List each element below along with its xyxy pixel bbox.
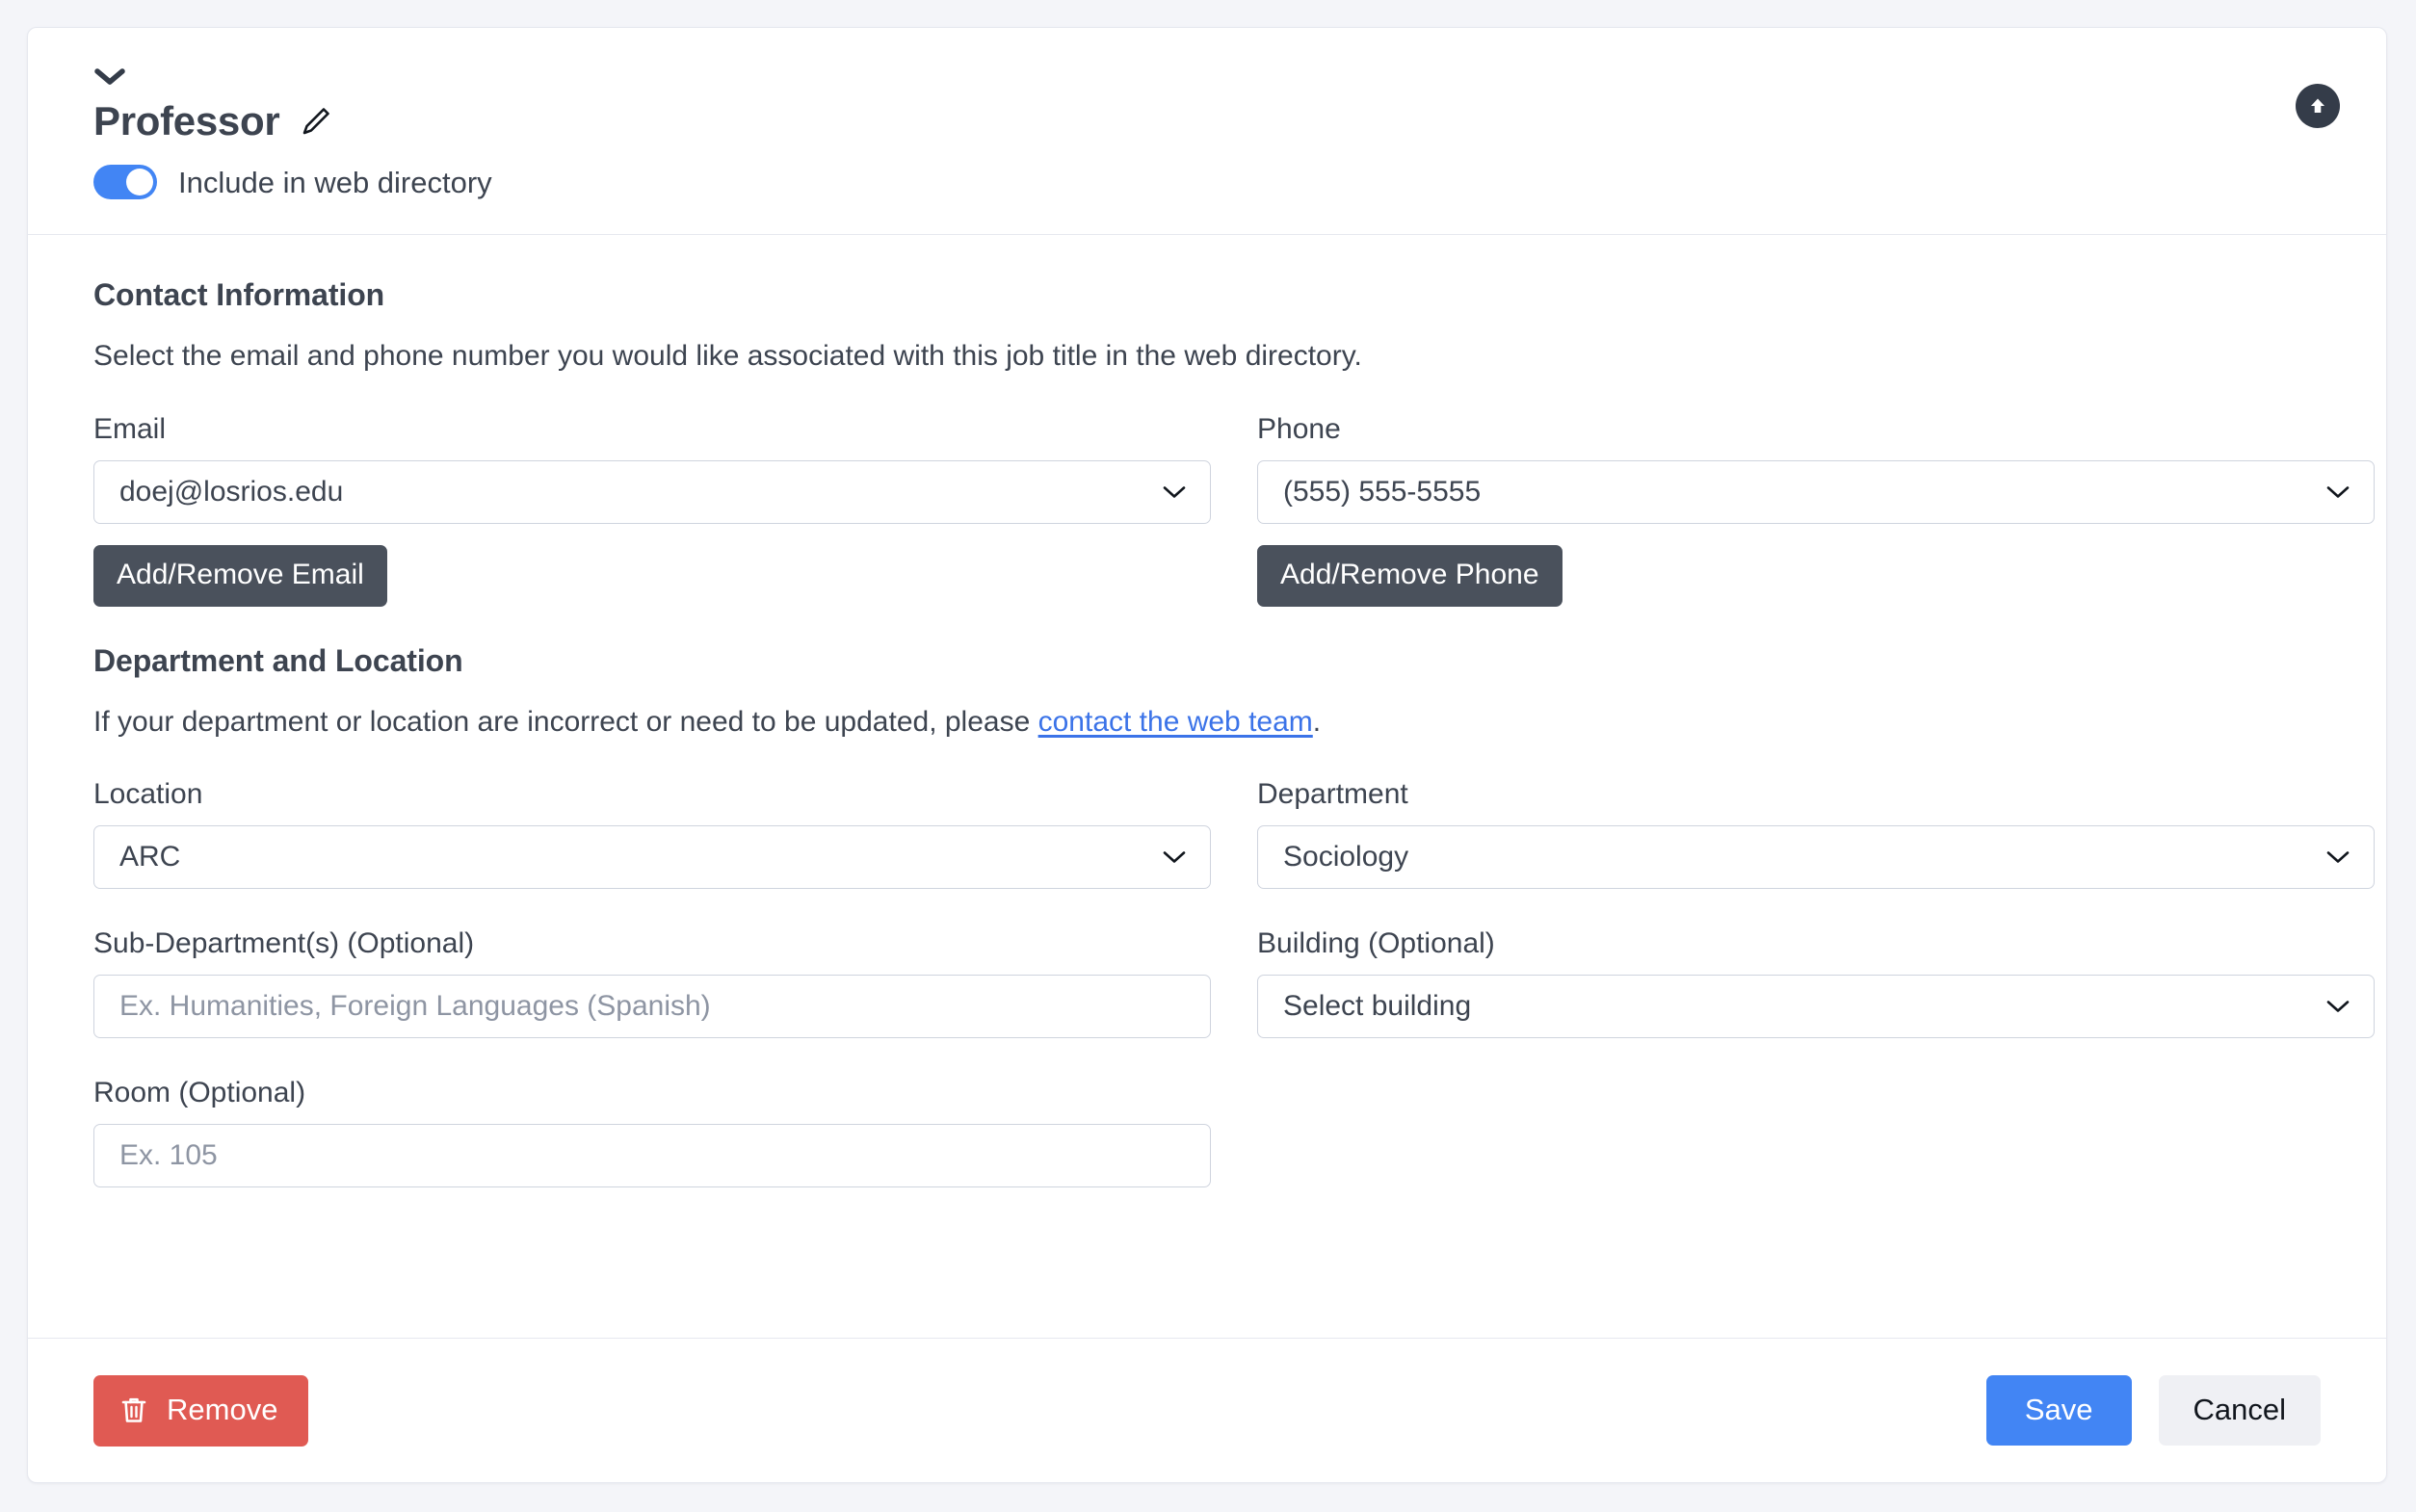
department-select[interactable]: Sociology — [1257, 825, 2375, 889]
directory-toggle-row: Include in web directory — [93, 165, 2386, 199]
location-field-group: Location ARC — [93, 778, 1211, 889]
subdepartment-placeholder: Ex. Humanities, Foreign Languages (Spani… — [119, 990, 711, 1022]
job-title-card: Professor Include in web directory Conta… — [27, 27, 2387, 1483]
title-row: Professor — [93, 101, 2386, 142]
room-input[interactable]: Ex. 105 — [93, 1124, 1211, 1187]
email-label: Email — [93, 412, 167, 445]
contact-web-team-link[interactable]: contact the web team — [1038, 706, 1313, 738]
chevron-down-icon — [2324, 843, 2352, 872]
include-in-directory-label: Include in web directory — [178, 165, 492, 199]
department-location-heading: Department and Location — [93, 642, 463, 678]
remove-button[interactable]: Remove — [93, 1374, 309, 1447]
subdept-building-grid: Sub-Department(s) (Optional) Ex. Humanit… — [93, 927, 2375, 1038]
description-text-after: . — [1312, 705, 1322, 738]
page-title: Professor — [93, 98, 280, 143]
building-field-group: Building (Optional) Select building — [1257, 927, 2375, 1038]
location-department-grid: Location ARC Department Sociology — [93, 778, 2375, 889]
chevron-down-icon — [1160, 843, 1189, 872]
contact-information-description: Select the email and phone number you wo… — [93, 340, 1362, 372]
subdepartment-input[interactable]: Ex. Humanities, Foreign Languages (Spani… — [93, 975, 1211, 1038]
contact-information-heading: Contact Information — [93, 277, 385, 312]
subdepartment-label: Sub-Department(s) (Optional) — [93, 927, 475, 959]
pencil-icon[interactable] — [297, 102, 335, 141]
card-body: Contact Information Select the email and… — [28, 235, 2386, 1226]
phone-field-group: Phone (555) 555-5555 Add/Remove Phone — [1257, 413, 2375, 607]
location-label: Location — [93, 778, 203, 810]
arrow-up-circle-icon[interactable] — [2296, 84, 2340, 128]
department-label: Department — [1257, 778, 1408, 810]
building-select-value: Select building — [1283, 990, 1472, 1022]
contact-fields-grid: Email doej@losrios.edu Add/Remove Email … — [93, 413, 2375, 607]
phone-label: Phone — [1257, 412, 1341, 445]
email-field-group: Email doej@losrios.edu Add/Remove Email — [93, 413, 1211, 607]
chevron-down-icon — [1160, 478, 1189, 507]
card-header: Professor Include in web directory — [28, 28, 2386, 235]
location-select-value: ARC — [119, 841, 181, 873]
row-spacer — [93, 1038, 2321, 1077]
email-select[interactable]: doej@losrios.edu — [93, 459, 1211, 524]
department-location-description: If your department or location are incor… — [93, 704, 2321, 741]
cancel-button[interactable]: Cancel — [2158, 1375, 2321, 1446]
building-select[interactable]: Select building — [1257, 975, 2375, 1038]
room-grid-filler — [1257, 1077, 2375, 1187]
room-grid: Room (Optional) Ex. 105 — [93, 1077, 2321, 1187]
save-button[interactable]: Save — [1985, 1375, 2132, 1446]
chevron-down-icon[interactable] — [93, 66, 126, 88]
card-footer: Remove Save Cancel — [28, 1338, 2386, 1482]
remove-button-label: Remove — [167, 1393, 278, 1426]
description-text-before: If your department or location are incor… — [93, 705, 1038, 738]
subdepartment-field-group: Sub-Department(s) (Optional) Ex. Humanit… — [93, 927, 1211, 1038]
phone-select-value: (555) 555-5555 — [1283, 475, 1482, 508]
include-in-directory-toggle[interactable] — [93, 165, 157, 199]
footer-actions: Save Cancel — [1985, 1375, 2321, 1446]
page-background: Professor Include in web directory Conta… — [0, 0, 2416, 1512]
chevron-down-icon — [2324, 992, 2352, 1021]
room-label: Room (Optional) — [93, 1077, 306, 1108]
trash-icon — [118, 1395, 149, 1425]
location-select[interactable]: ARC — [93, 825, 1211, 889]
room-field-group: Room (Optional) Ex. 105 — [93, 1077, 1211, 1187]
phone-select[interactable]: (555) 555-5555 — [1257, 459, 2375, 524]
department-location-block: Department and Location If your departme… — [93, 643, 2321, 741]
row-spacer — [93, 889, 2321, 927]
add-remove-phone-button[interactable]: Add/Remove Phone — [1257, 544, 1563, 607]
department-select-value: Sociology — [1283, 841, 1409, 873]
department-field-group: Department Sociology — [1257, 778, 2375, 889]
room-placeholder: Ex. 105 — [119, 1139, 218, 1171]
chevron-down-icon — [2324, 478, 2352, 507]
building-label: Building (Optional) — [1257, 927, 1495, 959]
email-select-value: doej@losrios.edu — [119, 475, 344, 508]
add-remove-email-button[interactable]: Add/Remove Email — [93, 544, 387, 607]
